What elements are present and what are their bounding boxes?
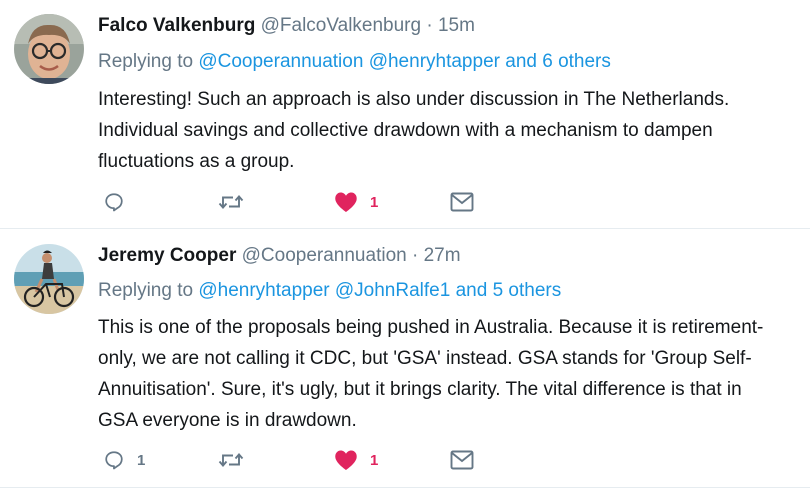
mention-link[interactable]: @Cooperannuation: [198, 51, 363, 72]
separator-dot: ·: [411, 245, 419, 266]
others-link[interactable]: and 5 others: [456, 280, 562, 301]
author-handle[interactable]: @FalcoValkenburg: [261, 15, 421, 36]
retweet-button[interactable]: [218, 187, 244, 217]
replying-to: Replying to @Cooperannuation @henryhtapp…: [98, 50, 611, 74]
tweet-text: Interesting! Such an approach is also un…: [98, 84, 802, 177]
like-button[interactable]: 1: [334, 187, 378, 217]
replying-to: Replying to @henryhtapper @JohnRalfe1 an…: [98, 279, 561, 303]
tweet-text-line: Annuitisation'. Sure, it's ugly, but it …: [98, 379, 742, 400]
action-bar: 1 1: [0, 445, 810, 475]
replying-prefix: Replying to: [98, 51, 194, 72]
mention-link[interactable]: @henryhtapper: [369, 51, 500, 72]
avatar-photo: [14, 244, 84, 314]
tweet-text-line: fluctuations as a group.: [98, 151, 295, 172]
author-name[interactable]: Jeremy Cooper: [98, 245, 236, 266]
reply-count: 1: [137, 451, 146, 469]
retweet-icon: [218, 453, 244, 467]
direct-message-button[interactable]: [450, 445, 474, 475]
tweet-text-line: This is one of the proposals being pushe…: [98, 317, 764, 338]
others-link[interactable]: and 6 others: [505, 51, 611, 72]
tweet-text-line: only, we are not calling it CDC, but 'GS…: [98, 348, 752, 369]
mention-link[interactable]: @JohnRalfe1: [335, 280, 450, 301]
tweet-header: Jeremy Cooper @Cooperannuation · 27m: [98, 245, 461, 267]
tweet[interactable]: Jeremy Cooper @Cooperannuation · 27m Rep…: [0, 229, 810, 488]
author-name[interactable]: Falco Valkenburg: [98, 15, 255, 36]
avatar[interactable]: [14, 14, 84, 84]
envelope-icon: [450, 192, 474, 212]
retweet-button[interactable]: [218, 445, 244, 475]
author-handle[interactable]: @Cooperannuation: [242, 245, 407, 266]
retweet-icon: [218, 195, 244, 209]
separator-dot: ·: [426, 15, 433, 36]
direct-message-button[interactable]: [450, 187, 474, 217]
tweet-text-line: Individual savings and collective drawdo…: [98, 120, 713, 141]
heart-icon: [335, 192, 357, 212]
tweet[interactable]: Falco Valkenburg @FalcoValkenburg · 15m …: [0, 0, 810, 229]
tweet-text-line: Interesting! Such an approach is also un…: [98, 89, 730, 110]
reply-button[interactable]: [103, 187, 125, 217]
like-count: 1: [370, 193, 379, 211]
timestamp[interactable]: 15m: [438, 15, 475, 36]
like-button[interactable]: 1: [334, 445, 378, 475]
avatar[interactable]: [14, 244, 84, 314]
avatar-photo: [14, 14, 84, 84]
heart-icon: [335, 450, 357, 470]
like-count: 1: [370, 451, 379, 469]
reply-button[interactable]: 1: [103, 445, 145, 475]
reply-icon: [105, 193, 123, 212]
tweet-text: This is one of the proposals being pushe…: [98, 312, 802, 436]
envelope-icon: [450, 450, 474, 470]
mention-link[interactable]: @henryhtapper: [198, 280, 329, 301]
reply-icon: [105, 451, 123, 470]
replying-prefix: Replying to: [98, 280, 194, 301]
tweet-header: Falco Valkenburg @FalcoValkenburg · 15m: [98, 15, 475, 37]
action-bar: 1: [0, 187, 810, 217]
timestamp[interactable]: 27m: [424, 245, 461, 266]
tweet-text-line: GSA everyone is in drawdown.: [98, 410, 357, 431]
